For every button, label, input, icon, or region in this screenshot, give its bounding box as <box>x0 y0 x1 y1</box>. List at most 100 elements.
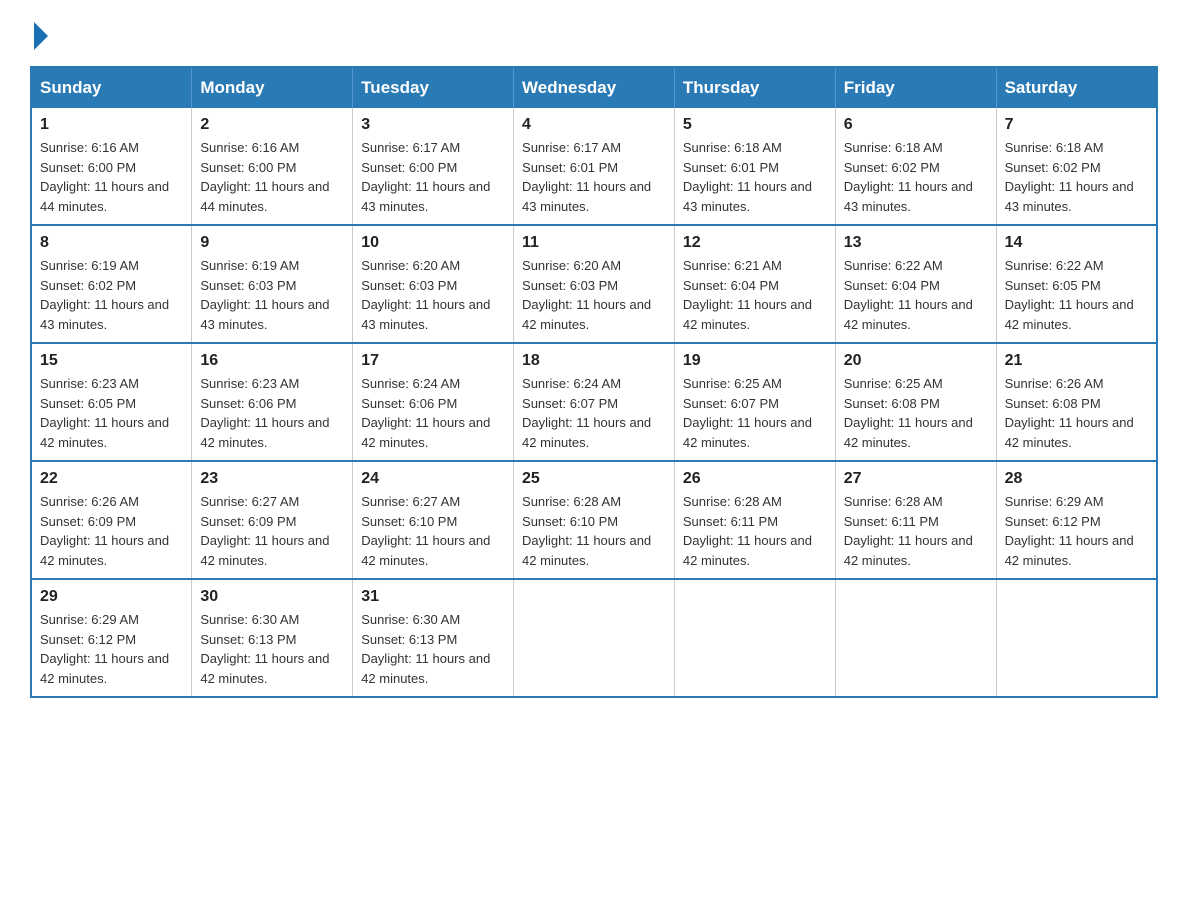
day-number: 21 <box>1005 352 1148 370</box>
day-number: 13 <box>844 234 988 252</box>
calendar-cell: 9 Sunrise: 6:19 AMSunset: 6:03 PMDayligh… <box>192 225 353 343</box>
calendar-cell <box>514 579 675 697</box>
day-info: Sunrise: 6:27 AMSunset: 6:09 PMDaylight:… <box>200 492 344 570</box>
calendar-cell: 27 Sunrise: 6:28 AMSunset: 6:11 PMDaylig… <box>835 461 996 579</box>
day-number: 26 <box>683 470 827 488</box>
calendar-cell: 8 Sunrise: 6:19 AMSunset: 6:02 PMDayligh… <box>31 225 192 343</box>
day-number: 30 <box>200 588 344 606</box>
day-info: Sunrise: 6:28 AMSunset: 6:11 PMDaylight:… <box>844 492 988 570</box>
day-number: 20 <box>844 352 988 370</box>
day-info: Sunrise: 6:26 AMSunset: 6:09 PMDaylight:… <box>40 492 183 570</box>
day-info: Sunrise: 6:29 AMSunset: 6:12 PMDaylight:… <box>40 610 183 688</box>
day-number: 25 <box>522 470 666 488</box>
day-info: Sunrise: 6:28 AMSunset: 6:11 PMDaylight:… <box>683 492 827 570</box>
day-number: 22 <box>40 470 183 488</box>
calendar-cell: 10 Sunrise: 6:20 AMSunset: 6:03 PMDaylig… <box>353 225 514 343</box>
day-number: 6 <box>844 116 988 134</box>
calendar-cell: 16 Sunrise: 6:23 AMSunset: 6:06 PMDaylig… <box>192 343 353 461</box>
calendar-header-saturday: Saturday <box>996 67 1157 108</box>
calendar-header-tuesday: Tuesday <box>353 67 514 108</box>
calendar-cell: 28 Sunrise: 6:29 AMSunset: 6:12 PMDaylig… <box>996 461 1157 579</box>
calendar-cell: 19 Sunrise: 6:25 AMSunset: 6:07 PMDaylig… <box>674 343 835 461</box>
day-number: 12 <box>683 234 827 252</box>
calendar-cell: 24 Sunrise: 6:27 AMSunset: 6:10 PMDaylig… <box>353 461 514 579</box>
calendar-header-monday: Monday <box>192 67 353 108</box>
day-info: Sunrise: 6:28 AMSunset: 6:10 PMDaylight:… <box>522 492 666 570</box>
day-info: Sunrise: 6:18 AMSunset: 6:02 PMDaylight:… <box>844 138 988 216</box>
calendar-cell: 5 Sunrise: 6:18 AMSunset: 6:01 PMDayligh… <box>674 108 835 225</box>
day-number: 5 <box>683 116 827 134</box>
calendar-cell: 20 Sunrise: 6:25 AMSunset: 6:08 PMDaylig… <box>835 343 996 461</box>
calendar-cell: 22 Sunrise: 6:26 AMSunset: 6:09 PMDaylig… <box>31 461 192 579</box>
calendar-cell: 31 Sunrise: 6:30 AMSunset: 6:13 PMDaylig… <box>353 579 514 697</box>
day-number: 15 <box>40 352 183 370</box>
day-info: Sunrise: 6:20 AMSunset: 6:03 PMDaylight:… <box>361 256 505 334</box>
calendar-cell: 17 Sunrise: 6:24 AMSunset: 6:06 PMDaylig… <box>353 343 514 461</box>
day-number: 4 <box>522 116 666 134</box>
calendar-cell: 26 Sunrise: 6:28 AMSunset: 6:11 PMDaylig… <box>674 461 835 579</box>
calendar-cell: 4 Sunrise: 6:17 AMSunset: 6:01 PMDayligh… <box>514 108 675 225</box>
day-number: 14 <box>1005 234 1148 252</box>
calendar-cell: 30 Sunrise: 6:30 AMSunset: 6:13 PMDaylig… <box>192 579 353 697</box>
day-number: 10 <box>361 234 505 252</box>
day-info: Sunrise: 6:30 AMSunset: 6:13 PMDaylight:… <box>200 610 344 688</box>
calendar-cell: 25 Sunrise: 6:28 AMSunset: 6:10 PMDaylig… <box>514 461 675 579</box>
day-number: 28 <box>1005 470 1148 488</box>
page-header <box>30 20 1158 46</box>
day-info: Sunrise: 6:19 AMSunset: 6:03 PMDaylight:… <box>200 256 344 334</box>
day-info: Sunrise: 6:25 AMSunset: 6:07 PMDaylight:… <box>683 374 827 452</box>
calendar-cell: 23 Sunrise: 6:27 AMSunset: 6:09 PMDaylig… <box>192 461 353 579</box>
calendar-cell: 14 Sunrise: 6:22 AMSunset: 6:05 PMDaylig… <box>996 225 1157 343</box>
day-number: 31 <box>361 588 505 606</box>
day-info: Sunrise: 6:24 AMSunset: 6:06 PMDaylight:… <box>361 374 505 452</box>
calendar-cell: 15 Sunrise: 6:23 AMSunset: 6:05 PMDaylig… <box>31 343 192 461</box>
day-info: Sunrise: 6:17 AMSunset: 6:01 PMDaylight:… <box>522 138 666 216</box>
day-number: 9 <box>200 234 344 252</box>
day-number: 1 <box>40 116 183 134</box>
calendar-header-sunday: Sunday <box>31 67 192 108</box>
calendar-cell: 1 Sunrise: 6:16 AMSunset: 6:00 PMDayligh… <box>31 108 192 225</box>
day-info: Sunrise: 6:17 AMSunset: 6:00 PMDaylight:… <box>361 138 505 216</box>
day-info: Sunrise: 6:20 AMSunset: 6:03 PMDaylight:… <box>522 256 666 334</box>
day-info: Sunrise: 6:23 AMSunset: 6:06 PMDaylight:… <box>200 374 344 452</box>
calendar-cell: 18 Sunrise: 6:24 AMSunset: 6:07 PMDaylig… <box>514 343 675 461</box>
day-info: Sunrise: 6:22 AMSunset: 6:04 PMDaylight:… <box>844 256 988 334</box>
day-info: Sunrise: 6:16 AMSunset: 6:00 PMDaylight:… <box>40 138 183 216</box>
calendar-cell: 3 Sunrise: 6:17 AMSunset: 6:00 PMDayligh… <box>353 108 514 225</box>
calendar-header-friday: Friday <box>835 67 996 108</box>
day-info: Sunrise: 6:22 AMSunset: 6:05 PMDaylight:… <box>1005 256 1148 334</box>
calendar-week-row: 8 Sunrise: 6:19 AMSunset: 6:02 PMDayligh… <box>31 225 1157 343</box>
logo <box>30 20 48 46</box>
calendar-cell: 11 Sunrise: 6:20 AMSunset: 6:03 PMDaylig… <box>514 225 675 343</box>
day-info: Sunrise: 6:18 AMSunset: 6:02 PMDaylight:… <box>1005 138 1148 216</box>
day-number: 16 <box>200 352 344 370</box>
day-number: 7 <box>1005 116 1148 134</box>
day-number: 27 <box>844 470 988 488</box>
calendar-week-row: 1 Sunrise: 6:16 AMSunset: 6:00 PMDayligh… <box>31 108 1157 225</box>
day-info: Sunrise: 6:25 AMSunset: 6:08 PMDaylight:… <box>844 374 988 452</box>
day-info: Sunrise: 6:26 AMSunset: 6:08 PMDaylight:… <box>1005 374 1148 452</box>
calendar-cell <box>996 579 1157 697</box>
calendar-cell <box>835 579 996 697</box>
calendar-cell: 29 Sunrise: 6:29 AMSunset: 6:12 PMDaylig… <box>31 579 192 697</box>
calendar-header-row: SundayMondayTuesdayWednesdayThursdayFrid… <box>31 67 1157 108</box>
day-number: 2 <box>200 116 344 134</box>
day-number: 3 <box>361 116 505 134</box>
day-number: 23 <box>200 470 344 488</box>
calendar-week-row: 15 Sunrise: 6:23 AMSunset: 6:05 PMDaylig… <box>31 343 1157 461</box>
calendar-week-row: 29 Sunrise: 6:29 AMSunset: 6:12 PMDaylig… <box>31 579 1157 697</box>
day-number: 17 <box>361 352 505 370</box>
calendar-cell: 6 Sunrise: 6:18 AMSunset: 6:02 PMDayligh… <box>835 108 996 225</box>
calendar-cell: 21 Sunrise: 6:26 AMSunset: 6:08 PMDaylig… <box>996 343 1157 461</box>
calendar-header-wednesday: Wednesday <box>514 67 675 108</box>
day-info: Sunrise: 6:18 AMSunset: 6:01 PMDaylight:… <box>683 138 827 216</box>
logo-top <box>30 20 48 50</box>
calendar-header-thursday: Thursday <box>674 67 835 108</box>
day-info: Sunrise: 6:19 AMSunset: 6:02 PMDaylight:… <box>40 256 183 334</box>
day-info: Sunrise: 6:29 AMSunset: 6:12 PMDaylight:… <box>1005 492 1148 570</box>
day-number: 11 <box>522 234 666 252</box>
day-info: Sunrise: 6:21 AMSunset: 6:04 PMDaylight:… <box>683 256 827 334</box>
day-number: 29 <box>40 588 183 606</box>
day-info: Sunrise: 6:24 AMSunset: 6:07 PMDaylight:… <box>522 374 666 452</box>
day-number: 19 <box>683 352 827 370</box>
